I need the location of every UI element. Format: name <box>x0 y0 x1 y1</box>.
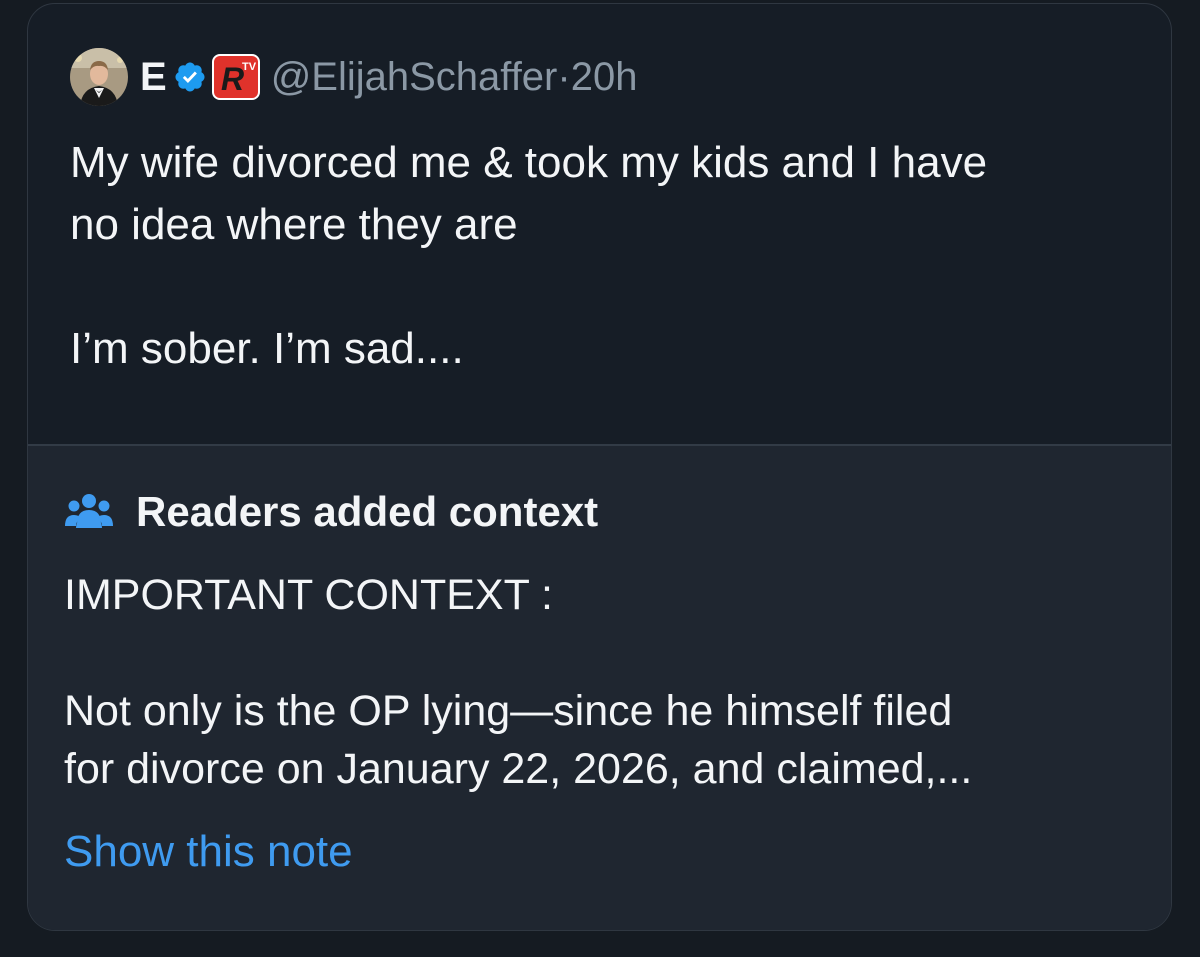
svg-text:R: R <box>221 61 244 97</box>
verified-badge-icon <box>173 60 207 94</box>
timestamp[interactable]: 20h <box>571 55 638 99</box>
tweet-text: My wife divorced me & took my kids and I… <box>70 138 988 373</box>
handle[interactable]: @ElijahSchaffer <box>271 55 558 99</box>
display-name[interactable]: E <box>140 57 167 97</box>
note-header: Readers added context <box>64 491 598 533</box>
note-title: Readers added context <box>136 488 599 535</box>
handle-and-time[interactable]: @ElijahSchaffer·20h <box>271 57 638 97</box>
show-note-link[interactable]: Show this note <box>64 830 353 874</box>
people-icon <box>64 492 114 532</box>
tweet-header: E R TV @ElijahSchaffer·20h <box>70 46 637 108</box>
svg-text:TV: TV <box>242 61 257 73</box>
tweet[interactable]: E R TV @ElijahSchaffer·20h My wife divor… <box>28 4 1171 444</box>
community-note[interactable]: Readers added context IMPORTANT CONTEXT … <box>28 446 1171 930</box>
avatar[interactable] <box>70 48 128 106</box>
separator: · <box>557 55 571 99</box>
note-text: IMPORTANT CONTEXT : Not only is the OP l… <box>64 571 973 793</box>
rtv-affiliate-icon[interactable]: R TV <box>211 53 261 101</box>
tweet-card[interactable]: E R TV @ElijahSchaffer·20h My wife divor… <box>27 3 1172 931</box>
